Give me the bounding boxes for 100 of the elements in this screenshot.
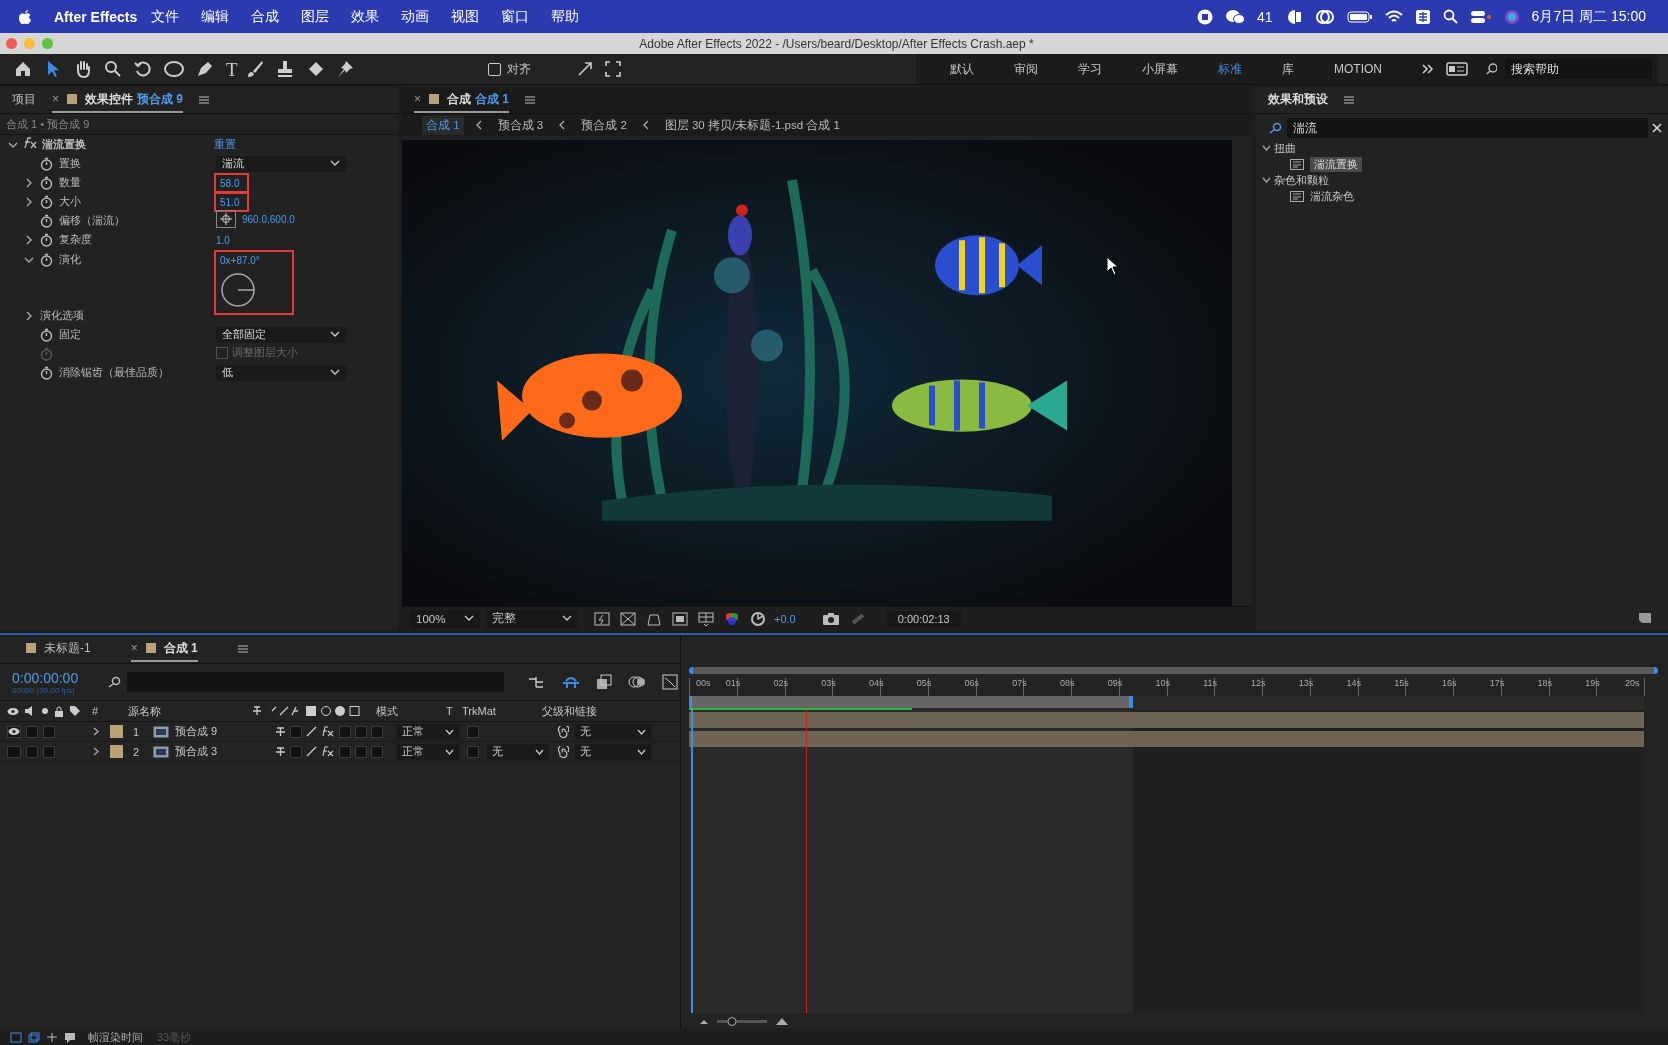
switch-box[interactable] (43, 725, 55, 738)
stopwatch-icon[interactable] (40, 252, 53, 267)
ellipse-icon[interactable] (164, 60, 184, 78)
effect-controls-tab[interactable]: × 效果控件 预合成 9 (52, 87, 184, 113)
effects-presets-tab[interactable]: 效果和预设 (1268, 87, 1328, 113)
menu-item[interactable]: 合成 (251, 7, 280, 26)
siri-icon[interactable] (1503, 8, 1520, 25)
zoom-in-icon[interactable] (775, 1016, 789, 1026)
comp-breadcrumb[interactable]: 图层 30 拷贝/未标题-1.psd 合成 1 (660, 115, 844, 135)
transparency-grid-icon[interactable] (620, 611, 636, 626)
panel-menu-icon[interactable] (525, 96, 536, 104)
render-toggle-icon[interactable] (10, 1031, 22, 1043)
hand-icon[interactable] (74, 60, 92, 78)
switch-box[interactable] (371, 725, 383, 738)
current-time-display[interactable]: 0:00:02:13 (885, 610, 962, 627)
chat-icon[interactable] (1225, 8, 1246, 25)
grid-options-icon[interactable] (698, 611, 714, 626)
stopwatch-icon[interactable] (40, 194, 53, 209)
menu-item[interactable]: 文件 (151, 7, 180, 26)
track-matte-dropdown[interactable]: 无 (487, 743, 549, 760)
effect-category[interactable]: 杂色和颗粒 (1274, 172, 1329, 188)
property-dropdown[interactable]: 低 (216, 364, 346, 381)
more-workspaces-icon[interactable] (1422, 64, 1434, 74)
parent-dropdown[interactable]: 无 (575, 743, 651, 760)
snap-arrow-icon[interactable] (576, 61, 595, 77)
timeline-timecode[interactable]: 0:00:00:00 (12, 669, 96, 686)
workspace-tab[interactable]: 默认 (930, 60, 994, 78)
angle-dial[interactable] (220, 272, 256, 308)
switch-box[interactable] (467, 745, 479, 758)
panel-toggle-icon[interactable] (1446, 62, 1468, 76)
motion-blur-icon[interactable] (628, 674, 646, 690)
zoom-dropdown[interactable]: 100% (410, 609, 480, 628)
switch-box[interactable] (355, 745, 367, 758)
switch-box[interactable] (355, 725, 367, 738)
graph-editor-icon[interactable] (662, 674, 678, 690)
workspace-tab[interactable]: 小屏幕 (1122, 60, 1198, 78)
frame-corners-icon[interactable] (604, 61, 621, 77)
shy-layers-icon[interactable] (562, 675, 580, 689)
comp-breadcrumb[interactable]: 预合成 2 (577, 115, 631, 135)
switch-box[interactable] (339, 745, 351, 758)
switch-box[interactable] (339, 725, 351, 738)
eye-icon[interactable] (7, 725, 21, 738)
panel-menu-icon[interactable] (199, 96, 210, 104)
effect-category[interactable]: 扭曲 (1274, 140, 1296, 156)
timeline-tab[interactable]: 未标题-1 (26, 636, 91, 662)
switch-box[interactable] (290, 725, 302, 738)
visibility-toggle[interactable] (7, 745, 21, 758)
property-dropdown[interactable]: 全部固定 (216, 326, 346, 343)
text-tool[interactable]: T (226, 59, 238, 79)
property-value[interactable]: 960.0,600.0 (242, 213, 295, 225)
blend-mode-dropdown[interactable]: 正常 (397, 723, 459, 740)
menu-item[interactable]: 效果 (351, 7, 380, 26)
color-channels-icon[interactable] (724, 610, 740, 627)
collapse-switch-icon[interactable] (275, 726, 286, 737)
close-tab-icon[interactable]: × (414, 92, 421, 106)
menu-item[interactable]: 帮助 (551, 7, 580, 26)
workspace-tab[interactable]: 审阅 (994, 60, 1058, 78)
zoom-slider-thumb[interactable] (727, 1016, 737, 1026)
pen-icon[interactable] (196, 60, 214, 78)
wifi-icon[interactable] (1384, 9, 1403, 24)
panel-menu-icon[interactable] (237, 645, 248, 653)
blend-mode-dropdown[interactable]: 正常 (397, 743, 459, 760)
stopwatch-icon[interactable] (40, 365, 53, 380)
control-center-icon[interactable] (1469, 8, 1492, 25)
quality-slash-icon[interactable] (306, 726, 317, 737)
stopwatch-icon[interactable] (40, 213, 53, 228)
composition-tab[interactable]: × 合成 合成 1 (414, 87, 510, 113)
column-header[interactable]: 源名称 (128, 703, 252, 719)
stopwatch-icon[interactable] (40, 232, 53, 247)
zoom-icon[interactable] (104, 60, 122, 78)
property-value[interactable]: 51.0 (220, 196, 240, 208)
zoom-out-icon[interactable] (699, 1017, 709, 1025)
layer-name[interactable]: 预合成 9 (175, 724, 275, 739)
reset-link[interactable]: 重置 (214, 137, 236, 152)
fast-preview-icon[interactable] (594, 611, 610, 626)
switch-box[interactable] (467, 725, 479, 738)
cloud-rings-icon[interactable] (1314, 8, 1335, 25)
clear-search-icon[interactable] (1652, 123, 1662, 133)
workspace-tab[interactable]: MOTION (1314, 62, 1402, 76)
comp-breadcrumb[interactable]: 预合成 3 (493, 115, 548, 135)
speech-icon[interactable] (64, 1031, 76, 1043)
pick-whip-icon[interactable] (557, 745, 569, 758)
effect-item[interactable]: 湍流杂色 (1310, 188, 1354, 204)
layer-label-color[interactable] (110, 745, 123, 758)
property-value[interactable]: 58.0 (220, 177, 240, 189)
switch-box[interactable] (26, 725, 38, 738)
crosshair-icon[interactable] (216, 210, 236, 228)
comp-breadcrumb[interactable]: 合成 1 (422, 115, 464, 135)
camera-icon[interactable] (821, 611, 840, 626)
stopwatch-icon[interactable] (40, 156, 53, 171)
layer-stack-icon[interactable] (28, 1031, 40, 1043)
property-dropdown[interactable]: 湍流 (216, 155, 346, 172)
brush-icon[interactable] (245, 60, 264, 78)
exposure-reset-icon[interactable] (750, 610, 766, 627)
stamp-icon[interactable] (275, 60, 294, 78)
workspace-tab[interactable]: 标准 (1198, 60, 1262, 78)
home-icon[interactable] (14, 60, 32, 78)
effect-switch-icon[interactable] (321, 746, 335, 757)
menu-item[interactable]: 图层 (301, 7, 330, 26)
close-tab-icon[interactable]: × (52, 92, 59, 106)
